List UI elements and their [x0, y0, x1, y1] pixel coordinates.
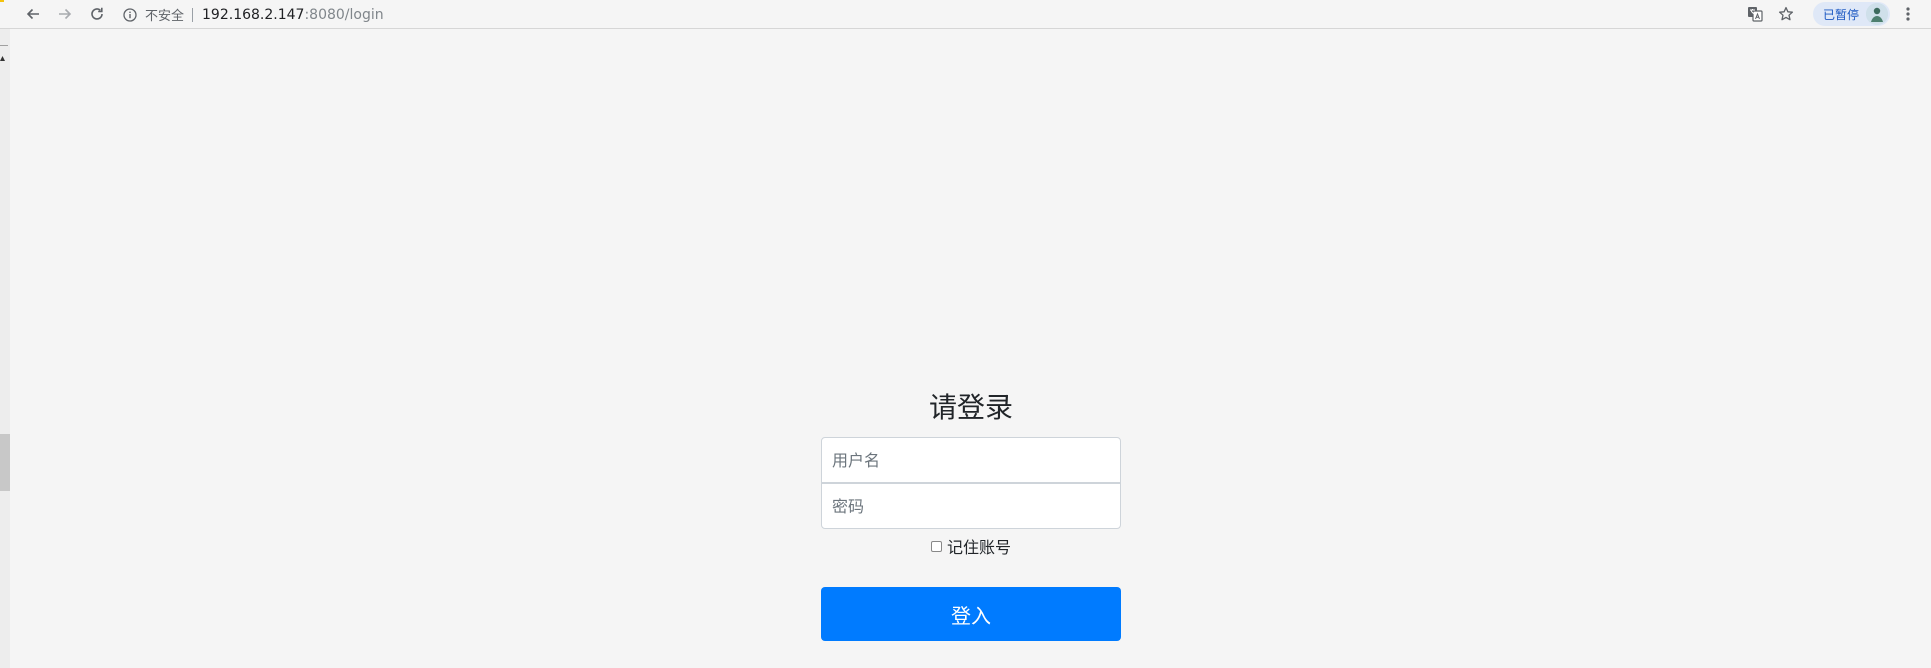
info-icon[interactable]: [122, 7, 138, 23]
star-icon[interactable]: [1775, 3, 1797, 25]
translate-icon[interactable]: [1745, 4, 1765, 24]
profile-status-label: 已暂停: [1823, 7, 1860, 22]
forward-button[interactable]: [54, 3, 76, 25]
scrollbar-thumb[interactable]: [0, 434, 10, 491]
caret-up-icon: [0, 48, 8, 61]
login-button[interactable]: 登入: [821, 587, 1121, 641]
remember-label[interactable]: 记住账号: [947, 534, 1011, 558]
username-input[interactable]: [821, 437, 1121, 483]
remember-checkbox[interactable]: [930, 540, 942, 552]
remember-row: 记住账号: [821, 534, 1121, 558]
back-button[interactable]: [22, 3, 44, 25]
reload-icon: [89, 6, 105, 22]
omnibox-divider: [192, 7, 194, 22]
address-bar[interactable]: 不安全 192.168.2.147:8080/login: [122, 2, 1762, 27]
url-path: :8080/login: [304, 6, 384, 23]
arrow-left-icon: [25, 6, 41, 22]
kebab-menu-icon[interactable]: [1897, 3, 1919, 25]
login-form: 请登录 记住账号 登入: [821, 384, 1121, 644]
left-edge-strip: [0, 29, 10, 668]
arrow-right-icon: [57, 6, 73, 22]
avatar: [1866, 3, 1888, 25]
password-input[interactable]: [821, 483, 1121, 529]
profile-button[interactable]: 已暂停: [1813, 2, 1890, 26]
page-title: 请登录: [928, 391, 1013, 424]
url-host: 192.168.2.147: [202, 6, 305, 23]
left-edge-divider: [0, 45, 8, 46]
window-corner-mark: [0, 0, 4, 2]
reload-button[interactable]: [86, 3, 108, 25]
security-label: 不安全: [145, 9, 185, 24]
browser-toolbar: 不安全 192.168.2.147:8080/login 已暂停: [0, 0, 1931, 29]
